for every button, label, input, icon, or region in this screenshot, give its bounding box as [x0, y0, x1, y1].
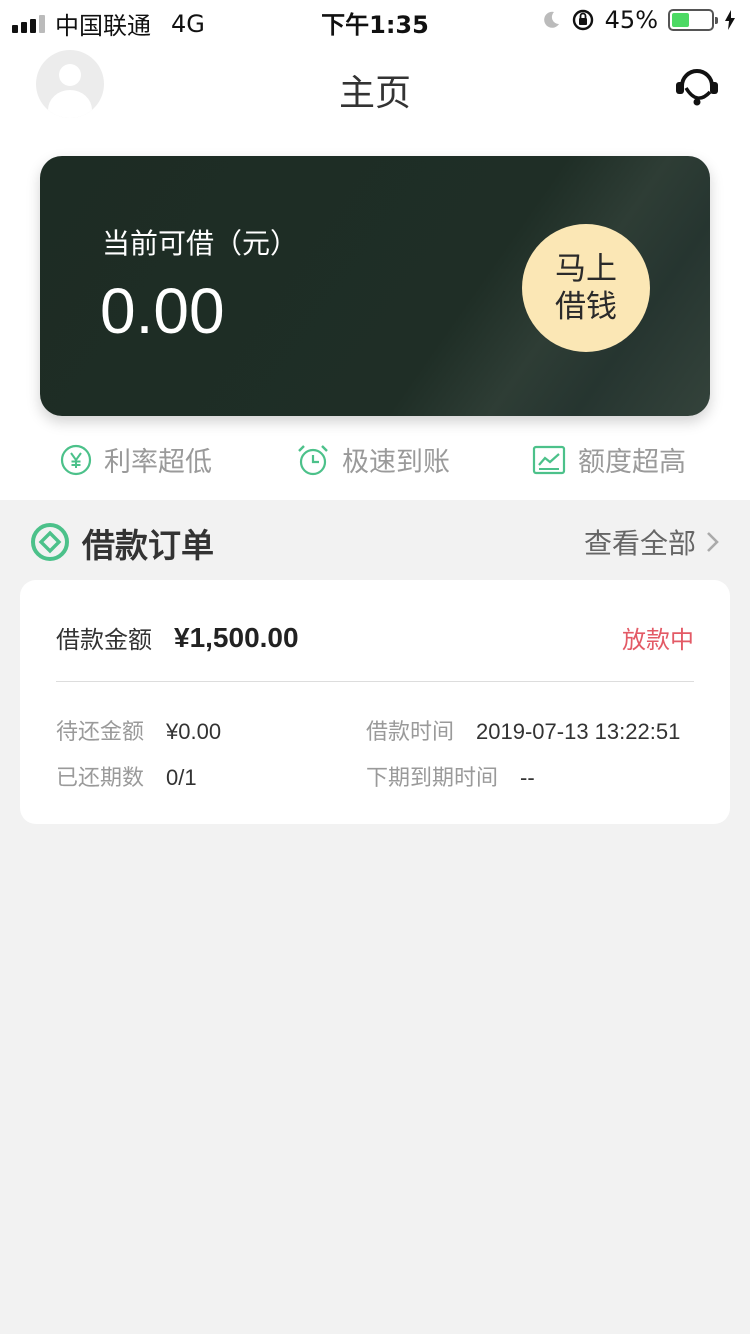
loan-order-card[interactable]: 借款金额 ¥1,500.00 放款中 待还金额 ¥0.00 借款时间 2019-07… [20, 580, 730, 824]
status-bar-right: 45% [541, 6, 736, 34]
page-title: 主页 [338, 73, 411, 114]
repaid-periods-value: 0/1 [166, 765, 197, 790]
chart-icon [532, 445, 566, 474]
loan-amount-value: ¥1,500.00 [174, 621, 299, 653]
order-amount-row: 借款金额 ¥1,500.00 [56, 620, 299, 655]
rotation-lock-icon [572, 9, 593, 31]
repaid-periods-label: 已还期数 [56, 766, 145, 791]
moon-icon [543, 11, 559, 28]
customer-service-icon[interactable] [672, 62, 722, 108]
loan-time-value: 2019-07-13 13:22:51 [476, 719, 681, 744]
feature-label: 利率超低 [104, 447, 212, 478]
feature-high-limit: 额度超高 [532, 440, 686, 479]
pending-amount-label: 待还金额 [56, 720, 145, 745]
next-due-value: -- [520, 765, 535, 790]
feature-fast-arrival: 极速到账 [296, 440, 450, 479]
battery-percent: 45% [604, 6, 658, 34]
feature-label: 额度超高 [578, 447, 686, 478]
yen-circle-icon [60, 444, 92, 475]
battery-icon [668, 9, 718, 31]
alarm-clock-icon [298, 444, 328, 475]
feature-low-rate: 利率超低 [60, 440, 212, 479]
next-due-field: 下期到期时间 -- [366, 760, 535, 792]
divider [56, 681, 694, 682]
loan-time-field: 借款时间 2019-07-13 13:22:51 [366, 714, 680, 746]
feature-strip: 利率超低 极速到账 额度超高 [0, 440, 750, 490]
borrow-button-line1: 马上 [555, 251, 617, 287]
pending-amount-field: 待还金额 ¥0.00 [56, 714, 221, 746]
loan-orders-title: 借款订单 [82, 526, 214, 565]
charging-bolt-icon [725, 10, 735, 30]
credit-card-panel: 当前可借（元） 0.00 马上 借钱 [40, 156, 710, 416]
borrow-button-line2: 借钱 [555, 289, 617, 325]
chevron-right-icon [707, 532, 719, 552]
available-credit-amount: 0.00 [100, 275, 225, 347]
order-status-badge: 放款中 [622, 626, 694, 654]
loan-amount-label: 借款金额 [56, 626, 152, 654]
pending-amount-value: ¥0.00 [166, 719, 222, 744]
repaid-periods-field: 已还期数 0/1 [56, 760, 197, 792]
next-due-label: 下期到期时间 [366, 766, 499, 791]
available-credit-label: 当前可借（元） [102, 227, 299, 260]
loan-time-label: 借款时间 [366, 720, 455, 745]
borrow-now-button[interactable]: 马上 借钱 [522, 224, 650, 352]
diamond-circle-icon [31, 523, 69, 561]
status-bar: 中国联通 4G 下午1:35 45% [0, 0, 750, 40]
feature-label: 极速到账 [342, 447, 450, 478]
view-all-label: 查看全部 [583, 527, 696, 560]
view-all-link[interactable]: 查看全部 [584, 522, 720, 562]
